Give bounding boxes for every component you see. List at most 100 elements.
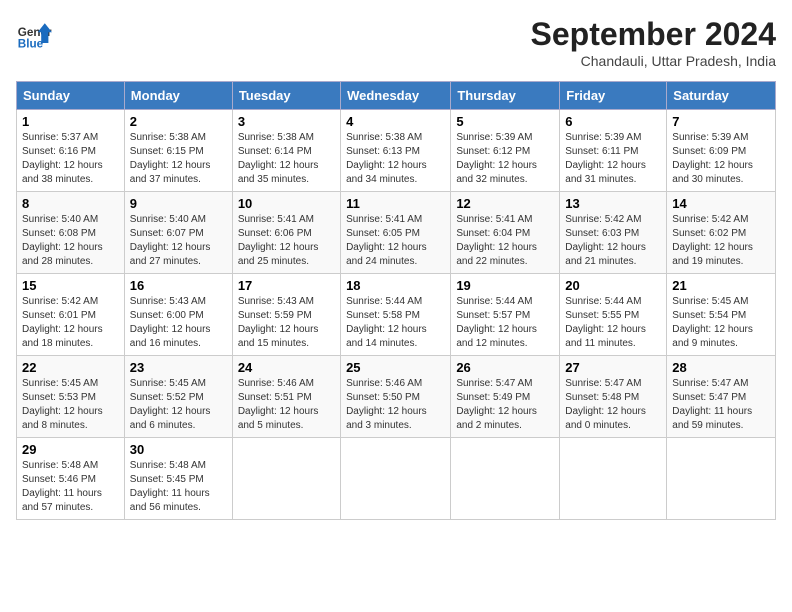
cell-details: Sunrise: 5:39 AM Sunset: 6:09 PM Dayligh… — [672, 131, 770, 187]
calendar-cell — [341, 438, 451, 520]
calendar-cell — [232, 438, 340, 520]
cell-details: Sunrise: 5:42 AM Sunset: 6:03 PM Dayligh… — [565, 213, 661, 269]
cell-details: Sunrise: 5:43 AM Sunset: 6:00 PM Dayligh… — [130, 295, 227, 351]
day-number: 3 — [238, 114, 335, 129]
cell-details: Sunrise: 5:38 AM Sunset: 6:15 PM Dayligh… — [130, 131, 227, 187]
week-row-3: 15Sunrise: 5:42 AM Sunset: 6:01 PM Dayli… — [17, 274, 776, 356]
day-number: 7 — [672, 114, 770, 129]
calendar-cell: 14 Sunrise: 5:42 AM Sunset: 6:02 PM Dayli… — [667, 192, 776, 274]
calendar-cell: 1Sunrise: 5:37 AM Sunset: 6:16 PM Daylig… — [17, 110, 125, 192]
day-number: 6 — [565, 114, 661, 129]
cell-details: Sunrise: 5:47 AM Sunset: 5:47 PM Dayligh… — [672, 377, 770, 433]
column-header-thursday: Thursday — [451, 82, 560, 110]
calendar-cell: 25Sunrise: 5:46 AM Sunset: 5:50 PM Dayli… — [341, 356, 451, 438]
calendar-cell: 18Sunrise: 5:44 AM Sunset: 5:58 PM Dayli… — [341, 274, 451, 356]
calendar-cell: 29Sunrise: 5:48 AM Sunset: 5:46 PM Dayli… — [17, 438, 125, 520]
cell-details: Sunrise: 5:38 AM Sunset: 6:14 PM Dayligh… — [238, 131, 335, 187]
cell-details: Sunrise: 5:40 AM Sunset: 6:08 PM Dayligh… — [22, 213, 119, 269]
cell-details: Sunrise: 5:47 AM Sunset: 5:49 PM Dayligh… — [456, 377, 554, 433]
logo: General Blue — [16, 16, 52, 52]
location-subtitle: Chandauli, Uttar Pradesh, India — [531, 53, 776, 69]
week-row-2: 8 Sunrise: 5:40 AM Sunset: 6:08 PM Daylig… — [17, 192, 776, 274]
cell-details: Sunrise: 5:44 AM Sunset: 5:57 PM Dayligh… — [456, 295, 554, 351]
day-number: 19 — [456, 278, 554, 293]
day-number: 8 — [22, 196, 119, 211]
day-number: 11 — [346, 196, 445, 211]
day-number: 22 — [22, 360, 119, 375]
calendar-cell: 19 Sunrise: 5:44 AM Sunset: 5:57 PM Dayli… — [451, 274, 560, 356]
cell-details: Sunrise: 5:48 AM Sunset: 5:45 PM Dayligh… — [130, 459, 227, 515]
cell-details: Sunrise: 5:45 AM Sunset: 5:53 PM Dayligh… — [22, 377, 119, 433]
cell-details: Sunrise: 5:41 AM Sunset: 6:06 PM Dayligh… — [238, 213, 335, 269]
calendar-cell: 8 Sunrise: 5:40 AM Sunset: 6:08 PM Daylig… — [17, 192, 125, 274]
column-headers: SundayMondayTuesdayWednesdayThursdayFrid… — [17, 82, 776, 110]
calendar-cell: 28 Sunrise: 5:47 AM Sunset: 5:47 PM Dayli… — [667, 356, 776, 438]
calendar-cell: 22 Sunrise: 5:45 AM Sunset: 5:53 PM Dayli… — [17, 356, 125, 438]
calendar-cell: 13 Sunrise: 5:42 AM Sunset: 6:03 PM Dayli… — [560, 192, 667, 274]
svg-text:Blue: Blue — [18, 38, 44, 51]
calendar-cell: 17 Sunrise: 5:43 AM Sunset: 5:59 PM Dayli… — [232, 274, 340, 356]
day-number: 14 — [672, 196, 770, 211]
calendar-cell: 4 Sunrise: 5:38 AM Sunset: 6:13 PM Daylig… — [341, 110, 451, 192]
calendar-cell: 30 Sunrise: 5:48 AM Sunset: 5:45 PM Dayli… — [124, 438, 232, 520]
cell-details: Sunrise: 5:46 AM Sunset: 5:50 PM Dayligh… — [346, 377, 445, 433]
cell-details: Sunrise: 5:45 AM Sunset: 5:52 PM Dayligh… — [130, 377, 227, 433]
cell-details: Sunrise: 5:44 AM Sunset: 5:55 PM Dayligh… — [565, 295, 661, 351]
calendar-cell: 5 Sunrise: 5:39 AM Sunset: 6:12 PM Daylig… — [451, 110, 560, 192]
day-number: 12 — [456, 196, 554, 211]
cell-details: Sunrise: 5:41 AM Sunset: 6:05 PM Dayligh… — [346, 213, 445, 269]
column-header-tuesday: Tuesday — [232, 82, 340, 110]
column-header-friday: Friday — [560, 82, 667, 110]
cell-details: Sunrise: 5:43 AM Sunset: 5:59 PM Dayligh… — [238, 295, 335, 351]
calendar-cell: 24Sunrise: 5:46 AM Sunset: 5:51 PM Dayli… — [232, 356, 340, 438]
day-number: 13 — [565, 196, 661, 211]
cell-details: Sunrise: 5:41 AM Sunset: 6:04 PM Dayligh… — [456, 213, 554, 269]
calendar-cell: 23Sunrise: 5:45 AM Sunset: 5:52 PM Dayli… — [124, 356, 232, 438]
day-number: 24 — [238, 360, 335, 375]
cell-details: Sunrise: 5:38 AM Sunset: 6:13 PM Dayligh… — [346, 131, 445, 187]
day-number: 9 — [130, 196, 227, 211]
cell-details: Sunrise: 5:40 AM Sunset: 6:07 PM Dayligh… — [130, 213, 227, 269]
day-number: 30 — [130, 442, 227, 457]
day-number: 4 — [346, 114, 445, 129]
cell-details: Sunrise: 5:39 AM Sunset: 6:12 PM Dayligh… — [456, 131, 554, 187]
title-block: September 2024 Chandauli, Uttar Pradesh,… — [531, 16, 776, 69]
day-number: 17 — [238, 278, 335, 293]
calendar-cell: 15Sunrise: 5:42 AM Sunset: 6:01 PM Dayli… — [17, 274, 125, 356]
calendar-cell: 3 Sunrise: 5:38 AM Sunset: 6:14 PM Daylig… — [232, 110, 340, 192]
calendar-cell: 26 Sunrise: 5:47 AM Sunset: 5:49 PM Dayli… — [451, 356, 560, 438]
logo-icon: General Blue — [16, 16, 52, 52]
cell-details: Sunrise: 5:44 AM Sunset: 5:58 PM Dayligh… — [346, 295, 445, 351]
column-header-saturday: Saturday — [667, 82, 776, 110]
calendar-table: SundayMondayTuesdayWednesdayThursdayFrid… — [16, 81, 776, 520]
calendar-body: 1Sunrise: 5:37 AM Sunset: 6:16 PM Daylig… — [17, 110, 776, 520]
calendar-cell: 27 Sunrise: 5:47 AM Sunset: 5:48 PM Dayli… — [560, 356, 667, 438]
day-number: 20 — [565, 278, 661, 293]
day-number: 27 — [565, 360, 661, 375]
column-header-sunday: Sunday — [17, 82, 125, 110]
day-number: 26 — [456, 360, 554, 375]
calendar-cell: 12 Sunrise: 5:41 AM Sunset: 6:04 PM Dayli… — [451, 192, 560, 274]
cell-details: Sunrise: 5:45 AM Sunset: 5:54 PM Dayligh… — [672, 295, 770, 351]
day-number: 28 — [672, 360, 770, 375]
calendar-cell: 9 Sunrise: 5:40 AM Sunset: 6:07 PM Daylig… — [124, 192, 232, 274]
column-header-wednesday: Wednesday — [341, 82, 451, 110]
day-number: 10 — [238, 196, 335, 211]
calendar-cell: 2Sunrise: 5:38 AM Sunset: 6:15 PM Daylig… — [124, 110, 232, 192]
page-header: General Blue September 2024 Chandauli, U… — [16, 16, 776, 69]
calendar-cell — [451, 438, 560, 520]
calendar-cell: 11 Sunrise: 5:41 AM Sunset: 6:05 PM Dayli… — [341, 192, 451, 274]
day-number: 1 — [22, 114, 119, 129]
month-title: September 2024 — [531, 16, 776, 53]
day-number: 16 — [130, 278, 227, 293]
day-number: 5 — [456, 114, 554, 129]
calendar-cell — [667, 438, 776, 520]
cell-details: Sunrise: 5:39 AM Sunset: 6:11 PM Dayligh… — [565, 131, 661, 187]
calendar-cell — [560, 438, 667, 520]
calendar-cell: 20 Sunrise: 5:44 AM Sunset: 5:55 PM Dayli… — [560, 274, 667, 356]
calendar-cell: 10 Sunrise: 5:41 AM Sunset: 6:06 PM Dayli… — [232, 192, 340, 274]
day-number: 15 — [22, 278, 119, 293]
cell-details: Sunrise: 5:42 AM Sunset: 6:02 PM Dayligh… — [672, 213, 770, 269]
column-header-monday: Monday — [124, 82, 232, 110]
cell-details: Sunrise: 5:47 AM Sunset: 5:48 PM Dayligh… — [565, 377, 661, 433]
